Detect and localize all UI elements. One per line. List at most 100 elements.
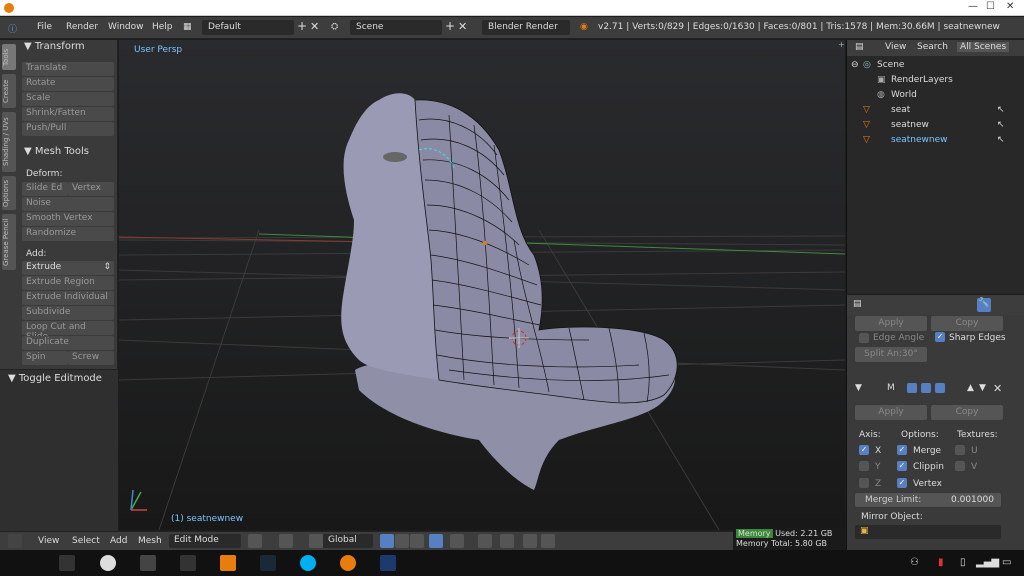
tab-tools[interactable]: Tools (2, 44, 16, 70)
outliner-row-scene[interactable]: ⊖ ◎ Scene (847, 58, 1024, 73)
loop-cut-slide-button[interactable]: Loop Cut and Slide (22, 321, 114, 342)
maximize-icon[interactable]: ☐ (986, 1, 995, 12)
vertex-group-checkbox[interactable]: ✓ (897, 478, 907, 488)
move-up-icon[interactable]: ▲ (967, 383, 974, 393)
scale-button[interactable]: Scale (22, 92, 114, 106)
face-select-icon[interactable] (410, 534, 424, 548)
slide-edge-button[interactable]: Slide Ed (22, 182, 68, 196)
vertex-select-icon[interactable] (380, 534, 394, 548)
tab-options[interactable]: Options (2, 176, 16, 210)
orientation-dropdown[interactable]: Global (323, 534, 373, 548)
viewport-plus-icon[interactable]: + (838, 40, 846, 60)
tab-grease-pencil[interactable]: Grease Pencil (2, 214, 16, 270)
shading-icon[interactable] (248, 534, 262, 548)
skype-icon[interactable] (300, 555, 316, 571)
collapse-icon[interactable]: ▼ (855, 383, 862, 393)
copy-button-top[interactable]: Copy (931, 316, 1003, 331)
menu-select[interactable]: Select (72, 536, 100, 546)
apply-button[interactable]: Apply (855, 405, 927, 420)
render-engine-dropdown[interactable]: Blender Render (482, 20, 570, 35)
texture-u-checkbox[interactable] (955, 445, 965, 455)
3d-viewport[interactable]: User Persp (1) seatnewnew (119, 40, 845, 530)
extrude-dropdown[interactable]: Extrude ⇕ (22, 261, 114, 275)
add-scene-icon[interactable]: + (445, 19, 455, 33)
apply-button-top[interactable]: Apply (855, 316, 927, 331)
tab-create[interactable]: Create (2, 74, 16, 108)
remove-scene-icon[interactable]: ✕ (458, 20, 467, 33)
add-layout-icon[interactable]: + (297, 19, 307, 33)
render-anim-icon[interactable] (541, 534, 555, 548)
vlc-icon[interactable] (220, 555, 236, 571)
pivot-icon[interactable] (279, 534, 293, 548)
menu-add[interactable]: Add (110, 536, 127, 546)
merge-limit-field[interactable]: Merge Limit: 0.001000 (855, 493, 1001, 507)
outliner-row-seatnewnew[interactable]: ▽ seatnewnew ↖ (847, 133, 1024, 148)
duplicate-button[interactable]: Duplicate (22, 336, 114, 350)
slide-vertex-button[interactable]: Vertex (68, 182, 114, 196)
phone-icon[interactable]: ▯ (960, 557, 966, 568)
layout-icon[interactable]: ▦ (183, 22, 192, 32)
occlude-geometry-icon[interactable] (429, 534, 443, 548)
mode-dropdown[interactable]: Edit Mode (169, 534, 241, 548)
extrude-individual-button[interactable]: Extrude Individual (22, 291, 114, 305)
scene-icon[interactable]: ⛭ (331, 22, 338, 32)
extrude-region-button[interactable]: Extrude Region (22, 276, 114, 290)
noise-button[interactable]: Noise (22, 197, 114, 211)
screen-layout-dropdown[interactable]: Default (202, 20, 294, 35)
spin-button[interactable]: Spin (22, 351, 68, 365)
toggle-editmode-header[interactable]: ▼ Toggle Editmode (8, 373, 102, 384)
outliner-row-seatnew[interactable]: ▽ seatnew ↖ (847, 118, 1024, 133)
edge-select-icon[interactable] (395, 534, 409, 548)
render-toggle[interactable] (921, 383, 931, 393)
editor-type-icon[interactable] (8, 534, 22, 548)
properties-editor-icon[interactable]: ▤ (853, 299, 862, 309)
tab-shading-uvs[interactable]: Shading / UVs (2, 112, 16, 172)
menu-render[interactable]: Render (66, 22, 98, 32)
merge-checkbox[interactable]: ✓ (897, 445, 907, 455)
chrome-icon[interactable] (100, 555, 116, 571)
axis-z-checkbox[interactable] (859, 478, 869, 488)
transform-header[interactable]: ▼ Transform (24, 41, 85, 52)
screw-button[interactable]: Screw (68, 351, 114, 365)
split-angle-field[interactable]: Split An:30° (855, 347, 927, 362)
subdivide-button[interactable]: Subdivide (22, 306, 114, 320)
remove-layout-icon[interactable]: ✕ (310, 20, 319, 33)
visibility-icon[interactable]: ↖ (997, 105, 1005, 115)
translate-button[interactable]: Translate (22, 62, 114, 76)
axis-y-checkbox[interactable] (859, 461, 869, 471)
smooth-vertex-button[interactable]: Smooth Vertex (22, 212, 114, 226)
minimize-icon[interactable]: — (968, 1, 978, 12)
menu-file[interactable]: File (37, 22, 52, 32)
outliner-display-mode[interactable]: All Scenes (957, 42, 1010, 52)
copy-button[interactable]: Copy (931, 405, 1003, 420)
rotate-button[interactable]: Rotate (22, 77, 114, 91)
outliner-row-renderlayers[interactable]: ▣ RenderLayers (847, 73, 1024, 88)
render-icon[interactable] (523, 534, 537, 548)
modifier-tab-icon[interactable]: 🔧 (977, 298, 991, 312)
clipping-checkbox[interactable]: ✓ (897, 461, 907, 471)
people-icon[interactable]: ⚇ (910, 557, 919, 568)
expand-icon[interactable]: ⊖ (851, 60, 859, 70)
outliner-menu-search[interactable]: Search (917, 42, 948, 52)
snap-target-icon[interactable] (500, 534, 514, 548)
outliner-row-world[interactable]: ◍ World (847, 88, 1024, 103)
edge-angle-checkbox[interactable] (859, 333, 869, 343)
visibility-icon[interactable]: ↖ (997, 120, 1005, 130)
menu-mesh[interactable]: Mesh (138, 536, 162, 546)
realtime-toggle[interactable] (935, 383, 945, 393)
start-icon[interactable] (59, 555, 75, 571)
move-down-icon[interactable]: ▼ (979, 383, 986, 393)
mesh-tools-header[interactable]: ▼ Mesh Tools (24, 146, 89, 157)
outliner-menu-view[interactable]: View (885, 42, 906, 52)
menu-help[interactable]: Help (152, 22, 173, 32)
menu-window[interactable]: Window (108, 22, 144, 32)
terminal-icon[interactable] (180, 555, 196, 571)
scene-dropdown[interactable]: Scene (350, 20, 442, 35)
notification-icon[interactable]: ▮ (938, 557, 944, 568)
axis-x-checkbox[interactable]: ✓ (859, 445, 869, 455)
menu-view[interactable]: View (38, 536, 59, 546)
snap-icon[interactable] (478, 534, 492, 548)
photoshop-icon[interactable] (380, 555, 396, 571)
texture-v-checkbox[interactable] (955, 461, 965, 471)
visibility-icon[interactable]: ↖ (997, 135, 1005, 145)
